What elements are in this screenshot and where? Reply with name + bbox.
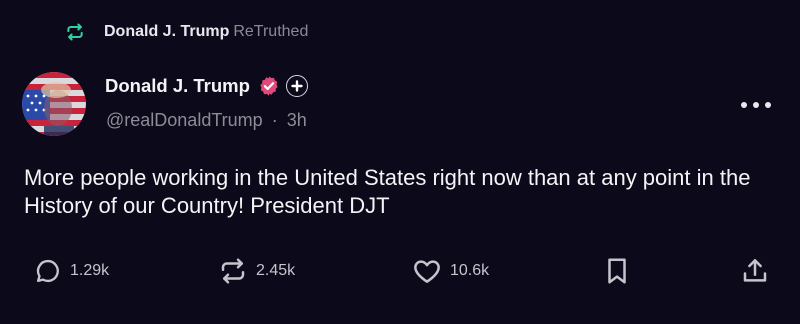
like-button[interactable]: 10.6k [412,255,489,287]
share-icon [740,256,770,286]
retruth-button[interactable]: 2.45k [218,255,295,287]
retruth-icon [218,256,248,286]
reply-icon [34,257,62,285]
share-button[interactable] [740,255,770,287]
retruth-icon [64,21,86,43]
bookmark-button[interactable] [604,255,630,287]
like-count: 10.6k [450,262,490,279]
retruth-count: 2.45k [256,262,296,279]
meta-separator: · [271,110,278,130]
retruth-author-name[interactable]: Donald J. Trump [104,23,229,41]
post-body-text: More people working in the United States… [24,165,751,218]
heart-icon [412,256,442,286]
reply-button[interactable]: 1.29k [34,255,109,287]
more-options-button[interactable] [736,94,776,116]
post-timestamp[interactable]: 3h [287,110,307,130]
bookmark-icon [604,256,630,286]
author-meta: @realDonaldTrump · 3h [106,110,307,131]
retruth-header: Donald J. Trump ReTruthed [64,20,308,44]
retruth-label: ReTruthed [233,23,309,40]
more-horizontal-icon [741,102,771,108]
verified-badge-icon [258,75,280,97]
plus-badge-icon [285,75,308,97]
author-display-name[interactable]: Donald J. Trump [105,75,250,97]
avatar[interactable] [22,72,86,136]
author-handle[interactable]: @realDonaldTrump [106,110,263,130]
reply-count: 1.29k [70,262,110,279]
author-name-row: Donald J. Trump [105,72,308,100]
